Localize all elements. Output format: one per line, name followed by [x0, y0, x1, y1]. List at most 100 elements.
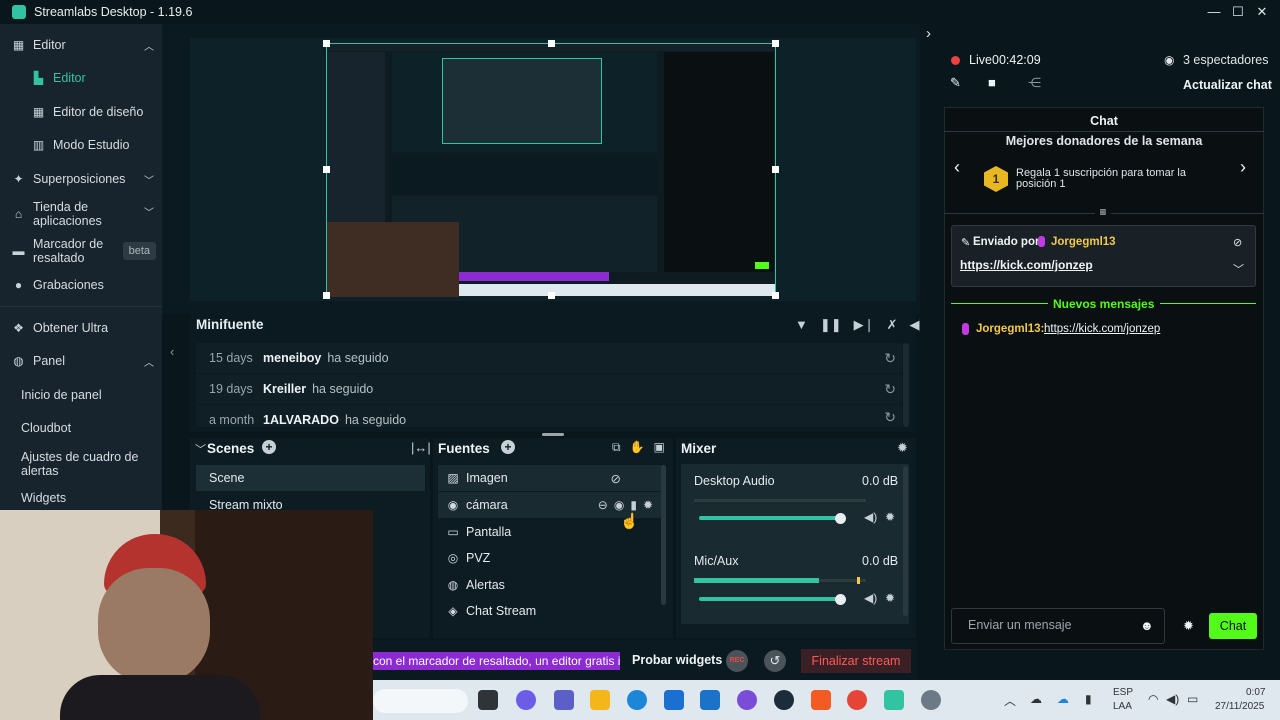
outlook-icon[interactable] [700, 690, 720, 710]
volume-slider-knob[interactable] [834, 513, 846, 524]
emoji-icon[interactable]: ☻ [1140, 618, 1154, 633]
resize-handle[interactable] [548, 292, 555, 299]
streamlabs-taskbar-icon[interactable] [884, 690, 904, 710]
lang-secondary[interactable]: LAA [1113, 701, 1132, 712]
repeat-icon[interactable]: ↻ [884, 350, 896, 367]
source-item[interactable]: ▨ Imagen ⊘ [438, 465, 661, 491]
add-source-icon[interactable]: + [501, 440, 515, 454]
minimize-icon[interactable]: — [1205, 3, 1223, 21]
settings-icon[interactable] [921, 690, 941, 710]
file-explorer-icon[interactable] [590, 690, 610, 710]
resize-grip[interactable] [542, 433, 564, 436]
sidebar-item-studio-mode[interactable]: ▥ Modo Estudio [0, 134, 162, 156]
resize-handle[interactable] [323, 292, 330, 299]
speaker-icon[interactable]: ◀) [864, 591, 877, 605]
sidebar-item-panel[interactable]: ◍ Panel ︿ [0, 350, 162, 372]
sidebar-item-cloudbot[interactable]: Cloudbot [0, 417, 162, 439]
minifeed-scrollbar[interactable] [903, 343, 909, 427]
add-folder-icon[interactable]: ▣ [654, 440, 665, 455]
close-icon[interactable]: ✕ [1253, 3, 1271, 21]
video-icon[interactable]: ■ [988, 75, 996, 90]
microphone-icon[interactable]: ▮ [1085, 692, 1092, 706]
brave-icon[interactable] [811, 690, 831, 710]
filter-icon[interactable]: ▼ [795, 317, 808, 333]
replay-buffer-icon[interactable]: ↺ [764, 650, 786, 672]
lang-primary[interactable]: ESP [1113, 687, 1133, 698]
mixer-settings-icon[interactable]: ✹ [897, 440, 908, 456]
pinned-link[interactable]: https://kick.com/jonzep [960, 258, 1093, 272]
repeat-icon[interactable]: ↻ [884, 409, 896, 426]
source-item[interactable]: ◍ Alertas [438, 572, 661, 598]
cloud-icon[interactable]: ☁ [1030, 692, 1042, 706]
maximize-icon[interactable]: ☐ [1229, 3, 1247, 21]
refresh-chat-button[interactable]: Actualizar chat [1183, 78, 1272, 92]
gear-icon[interactable]: ✹ [643, 498, 653, 512]
clock-time[interactable]: 0:07 [1246, 687, 1265, 698]
wifi-icon[interactable]: ◠ [1148, 692, 1158, 706]
sidebar-item-app-store[interactable]: ⌂ Tienda de aplicaciones ﹀ [0, 199, 162, 229]
resize-handle[interactable] [772, 40, 779, 47]
resize-handle[interactable] [548, 40, 555, 47]
volume-icon[interactable]: ◀) [1166, 692, 1179, 706]
source-group-icon[interactable]: ⧉ [612, 440, 621, 455]
prev-arrow-icon[interactable]: ‹ [954, 157, 960, 178]
edit-stream-icon[interactable]: ✎ [950, 75, 961, 91]
tray-chevron-icon[interactable]: ︿ [1004, 692, 1016, 709]
sidebar-item-layout-editor[interactable]: ▦ Editor de diseño [0, 101, 162, 123]
speaker-icon[interactable]: ◀) [864, 510, 877, 524]
sidebar-item-dashboard-home[interactable]: Inicio de panel [0, 384, 162, 406]
chevron-down-icon[interactable]: ﹀ [1233, 261, 1244, 277]
channel-gear-icon[interactable]: ✹ [885, 591, 895, 605]
sidebar-item-editor[interactable]: ▙ Editor [0, 67, 162, 89]
lock-icon[interactable]: ⊖ [598, 498, 608, 512]
sidebar-item-editor-group[interactable]: ▦ Editor ︿ [0, 34, 162, 56]
scene-item[interactable]: Scene [196, 465, 425, 491]
sidebar-item-widgets[interactable]: Widgets [0, 487, 162, 509]
hide-pin-icon[interactable]: ⊘ [1233, 236, 1242, 249]
chat-settings-icon[interactable]: ✹ [1183, 618, 1194, 634]
test-widgets-button[interactable]: Probar widgets [632, 653, 722, 667]
send-chat-button[interactable]: Chat [1209, 613, 1257, 639]
source-item[interactable]: ◈ Chat Stream [438, 598, 661, 624]
copilot-icon[interactable] [516, 690, 536, 710]
steam-icon[interactable] [774, 690, 794, 710]
screen-capture-source[interactable] [323, 40, 779, 299]
sidebar-item-alertbox-settings[interactable]: Ajustes de cuadro de alertas [0, 448, 162, 480]
next-arrow-icon[interactable]: › [1240, 157, 1246, 178]
add-scene-icon[interactable]: + [262, 440, 276, 454]
store-icon[interactable] [664, 690, 684, 710]
edge-icon[interactable] [627, 690, 647, 710]
eye-icon[interactable]: ◉ [614, 498, 624, 512]
app-icon[interactable] [737, 690, 757, 710]
source-item[interactable]: ◎ PVZ [438, 545, 661, 571]
volume-slider-knob[interactable] [834, 594, 846, 605]
mixer-scrollbar[interactable] [903, 466, 908, 616]
battery-icon[interactable]: ▭ [1187, 692, 1198, 706]
collapse-sidebar-icon[interactable]: ‹ [170, 344, 174, 359]
message-link[interactable]: https://kick.com/jonzep [1044, 323, 1160, 335]
rec-button[interactable]: REC [726, 650, 748, 672]
task-view-icon[interactable] [478, 690, 498, 710]
collapse-right-icon[interactable]: › [926, 25, 931, 42]
sidebar-item-overlays[interactable]: ✦ Superposiciones ﹀ [0, 168, 162, 190]
teams-icon[interactable] [554, 690, 574, 710]
trash-icon[interactable]: ▮ [630, 498, 637, 512]
news-ticker[interactable]: con el marcador de resaltado, un editor … [373, 652, 620, 670]
chrome-icon[interactable] [847, 690, 867, 710]
sidebar-item-ultra[interactable]: ❖ Obtener Ultra [0, 317, 162, 339]
pause-icon[interactable]: ❚❚ [820, 317, 842, 333]
sources-scrollbar[interactable] [661, 465, 666, 605]
sidebar-item-highlighter[interactable]: ▬ Marcador de resaltado beta [0, 236, 162, 266]
taskbar-search[interactable] [373, 689, 468, 713]
resize-handle[interactable] [772, 166, 779, 173]
clock-date[interactable]: 27/11/2025 [1215, 701, 1264, 712]
channel-gear-icon[interactable]: ✹ [885, 510, 895, 524]
collapse-donors-icon[interactable]: ≡ [1095, 205, 1111, 221]
resize-handle[interactable] [323, 40, 330, 47]
chevron-down-icon[interactable]: ﹀ [195, 441, 206, 457]
skip-icon[interactable]: ▶❘ [854, 317, 875, 333]
resize-handle[interactable] [323, 166, 330, 173]
source-filters-icon[interactable]: ✋ [630, 440, 645, 455]
end-stream-button[interactable]: Finalizar stream [801, 649, 911, 673]
onedrive-icon[interactable]: ☁ [1057, 692, 1069, 706]
